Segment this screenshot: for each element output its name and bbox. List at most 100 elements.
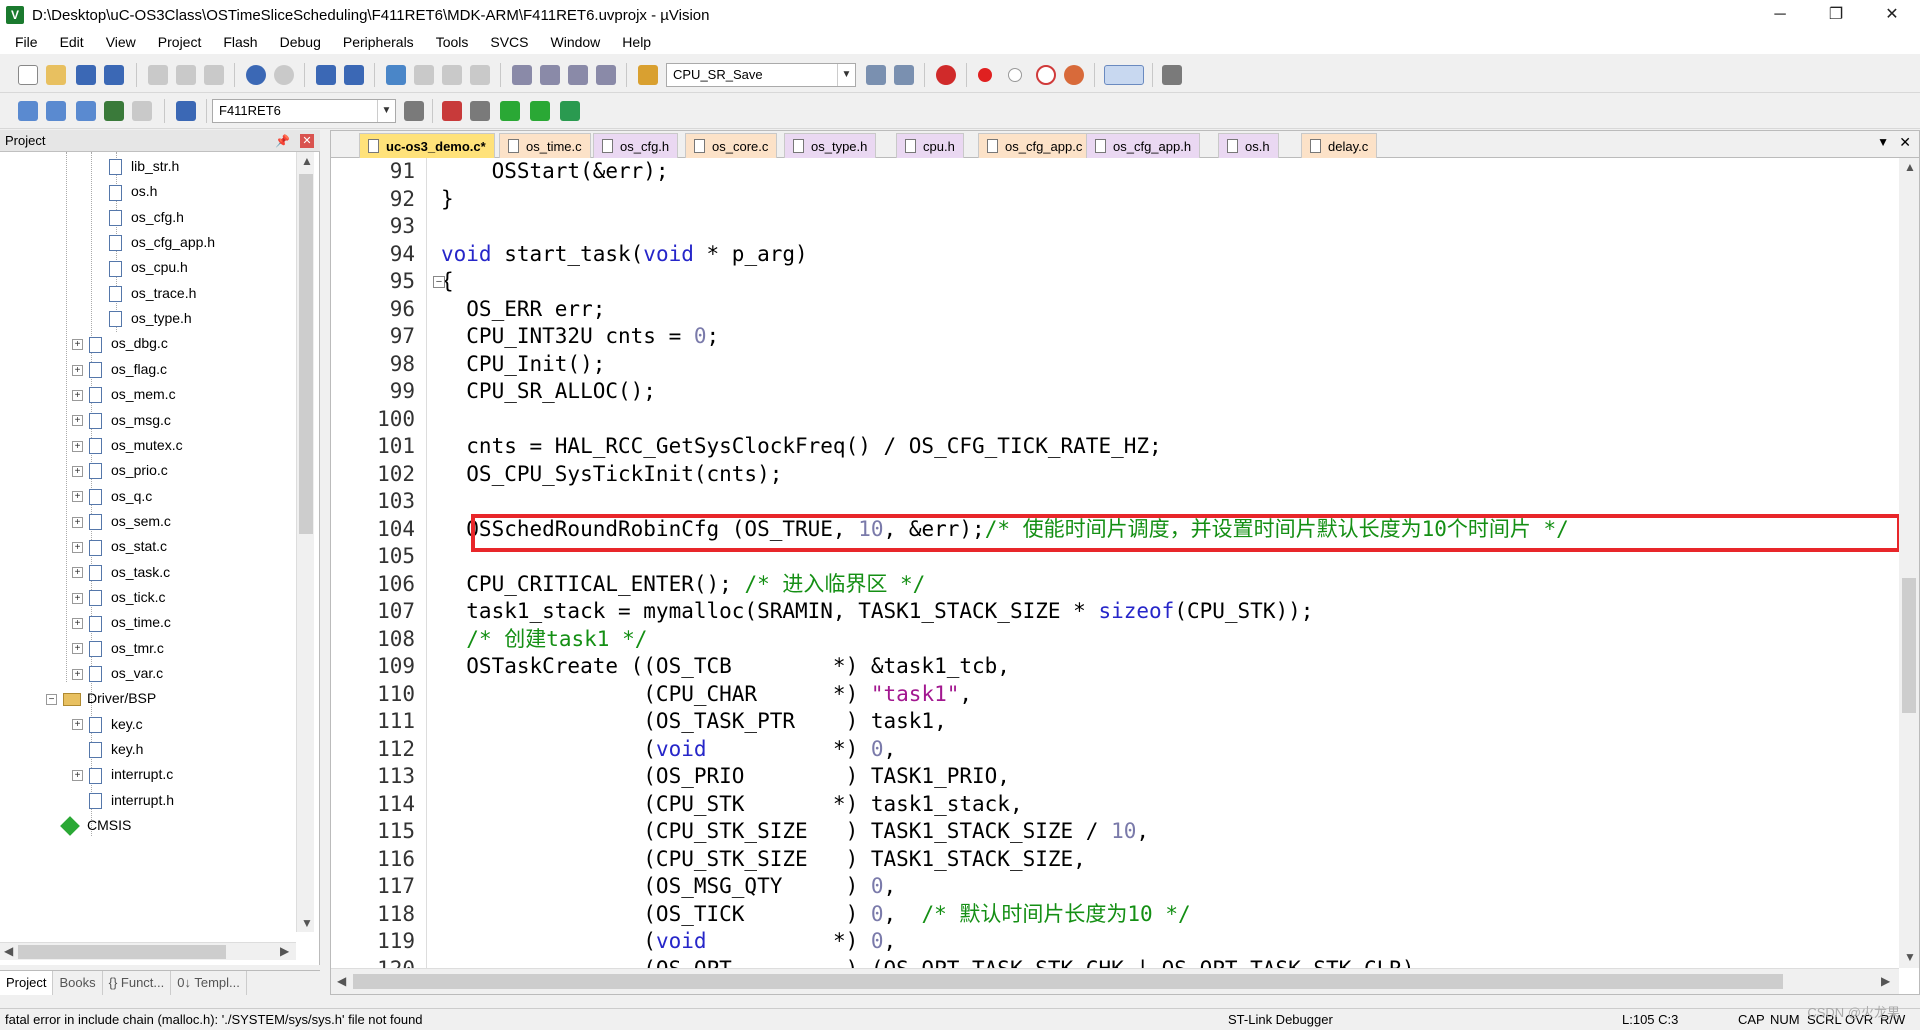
expand-icon[interactable]: + xyxy=(72,389,83,401)
expand-icon[interactable]: + xyxy=(72,364,83,376)
scroll-left-icon[interactable]: ◀ xyxy=(4,944,13,958)
scroll-down-icon[interactable]: ▼ xyxy=(301,916,313,930)
tree-item[interactable]: os_trace.h xyxy=(109,281,196,306)
pack-installer-icon[interactable] xyxy=(560,101,580,121)
fold-collapse-icon[interactable]: − xyxy=(433,276,445,288)
tree-item[interactable]: CMSIS xyxy=(60,813,131,838)
cut-icon[interactable] xyxy=(148,65,168,85)
scroll-up-icon[interactable]: ▲ xyxy=(301,154,313,168)
find-combo[interactable]: CPU_SR_Save ▼ xyxy=(666,63,856,87)
file-extensions-icon[interactable] xyxy=(442,101,462,121)
file-tab[interactable]: os_type.h xyxy=(784,133,877,158)
save-icon[interactable] xyxy=(76,65,96,85)
tree-item[interactable]: + os_tick.c xyxy=(72,585,165,610)
tree-item[interactable]: os_type.h xyxy=(109,306,192,331)
scroll-right-icon[interactable]: ▶ xyxy=(280,944,289,958)
expand-icon[interactable]: + xyxy=(72,516,83,528)
tree-item[interactable]: + os_stat.c xyxy=(72,534,167,559)
redo-icon[interactable] xyxy=(274,65,294,85)
navigate-back-icon[interactable] xyxy=(316,65,336,85)
file-tab[interactable]: os_cfg_app.c xyxy=(978,133,1092,158)
tree-item[interactable]: interrupt.h xyxy=(89,788,174,813)
find-in-files-icon[interactable] xyxy=(638,65,658,85)
expand-icon[interactable]: + xyxy=(72,415,83,427)
close-button[interactable]: ✕ xyxy=(1864,0,1920,30)
maximize-button[interactable]: ❐ xyxy=(1808,0,1864,30)
tree-item[interactable]: + os_mutex.c xyxy=(72,433,183,458)
expand-icon[interactable]: + xyxy=(72,491,83,503)
file-tab[interactable]: delay.c xyxy=(1301,133,1378,158)
collapse-icon[interactable]: − xyxy=(46,694,57,706)
menu-file[interactable]: File xyxy=(4,34,49,50)
tree-item[interactable]: + os_prio.c xyxy=(72,458,168,483)
paste-icon[interactable] xyxy=(204,65,224,85)
configure-wrench-icon[interactable] xyxy=(1162,65,1182,85)
window-layout-icon[interactable] xyxy=(1104,65,1144,85)
tree-item[interactable]: + os_sem.c xyxy=(72,509,171,534)
tree-item[interactable]: + os_var.c xyxy=(72,661,163,686)
download-load-icon[interactable] xyxy=(176,101,196,121)
menu-flash[interactable]: Flash xyxy=(212,34,268,50)
comment-icon[interactable] xyxy=(568,65,588,85)
unindent-icon[interactable] xyxy=(540,65,560,85)
select-packs-icon[interactable] xyxy=(530,101,550,121)
chevron-down-icon[interactable]: ▼ xyxy=(837,64,855,86)
tab-project[interactable]: Project xyxy=(0,971,54,995)
expand-icon[interactable]: + xyxy=(72,643,83,655)
tree-item[interactable]: + os_msg.c xyxy=(72,408,171,433)
tree-item[interactable]: + os_flag.c xyxy=(72,357,167,382)
tree-item[interactable]: key.h xyxy=(89,737,143,762)
scroll-right-icon[interactable]: ▶ xyxy=(1881,974,1890,988)
scroll-thumb[interactable] xyxy=(299,174,313,534)
disable-all-breakpoints-icon[interactable] xyxy=(1036,65,1056,85)
stop-build-icon[interactable] xyxy=(132,101,152,121)
scroll-up-icon[interactable]: ▲ xyxy=(1904,160,1916,174)
translate-icon[interactable] xyxy=(18,101,38,121)
tree-item[interactable]: + os_tmr.c xyxy=(72,636,164,661)
next-bookmark-icon[interactable] xyxy=(442,65,462,85)
scroll-thumb[interactable] xyxy=(18,945,226,959)
minimize-button[interactable]: ─ xyxy=(1752,0,1808,30)
file-tab[interactable]: cpu.h xyxy=(896,133,964,158)
scroll-thumb[interactable] xyxy=(1902,578,1916,713)
tab-functions[interactable]: {} Funct... xyxy=(103,971,172,995)
tab-templates[interactable]: 0↓ Templ... xyxy=(171,971,247,995)
expand-icon[interactable]: + xyxy=(72,618,83,630)
undo-icon[interactable] xyxy=(246,65,266,85)
file-tab[interactable]: os_cfg_app.h xyxy=(1086,133,1201,158)
expand-icon[interactable]: + xyxy=(72,465,83,477)
menu-svcs[interactable]: SVCS xyxy=(479,34,539,50)
batch-build-icon[interactable] xyxy=(104,101,124,121)
incremental-find-icon[interactable] xyxy=(894,65,914,85)
tree-item[interactable]: lib_str.h xyxy=(109,154,179,179)
tree-item[interactable]: os_cfg.h xyxy=(109,205,184,230)
editor-horizontal-scrollbar[interactable]: ◀ ▶ xyxy=(331,968,1899,994)
tree-item[interactable]: + key.c xyxy=(72,712,143,737)
navigate-forward-icon[interactable] xyxy=(344,65,364,85)
clear-bookmarks-icon[interactable] xyxy=(470,65,490,85)
expand-icon[interactable]: + xyxy=(72,668,83,680)
expand-icon[interactable]: + xyxy=(72,440,83,452)
close-tab-icon[interactable]: ✕ xyxy=(1899,134,1911,151)
menu-peripherals[interactable]: Peripherals xyxy=(332,34,425,50)
file-tab[interactable]: os.h xyxy=(1218,133,1279,158)
expand-icon[interactable]: + xyxy=(72,567,83,579)
file-tab[interactable]: os_core.c xyxy=(685,133,778,158)
manage-project-items-icon[interactable] xyxy=(470,101,490,121)
tree-item[interactable]: + os_mem.c xyxy=(72,382,176,407)
expand-icon[interactable]: + xyxy=(72,770,83,782)
expand-icon[interactable]: + xyxy=(72,719,83,731)
new-file-icon[interactable] xyxy=(18,65,38,85)
scroll-down-icon[interactable]: ▼ xyxy=(1904,950,1916,964)
build-icon[interactable] xyxy=(46,101,66,121)
enable-breakpoint-icon[interactable] xyxy=(1008,68,1022,82)
menu-tools[interactable]: Tools xyxy=(425,34,480,50)
scroll-left-icon[interactable]: ◀ xyxy=(337,974,346,988)
tree-item[interactable]: + os_dbg.c xyxy=(72,331,168,356)
panel-close-icon[interactable]: ✕ xyxy=(300,134,314,148)
editor-vertical-scrollbar[interactable]: ▲ ▼ xyxy=(1899,158,1919,968)
uncomment-icon[interactable] xyxy=(596,65,616,85)
insert-breakpoint-icon[interactable] xyxy=(978,68,992,82)
tree-item[interactable]: − Driver/BSP xyxy=(46,686,156,711)
tree-item[interactable]: + interrupt.c xyxy=(72,762,173,787)
